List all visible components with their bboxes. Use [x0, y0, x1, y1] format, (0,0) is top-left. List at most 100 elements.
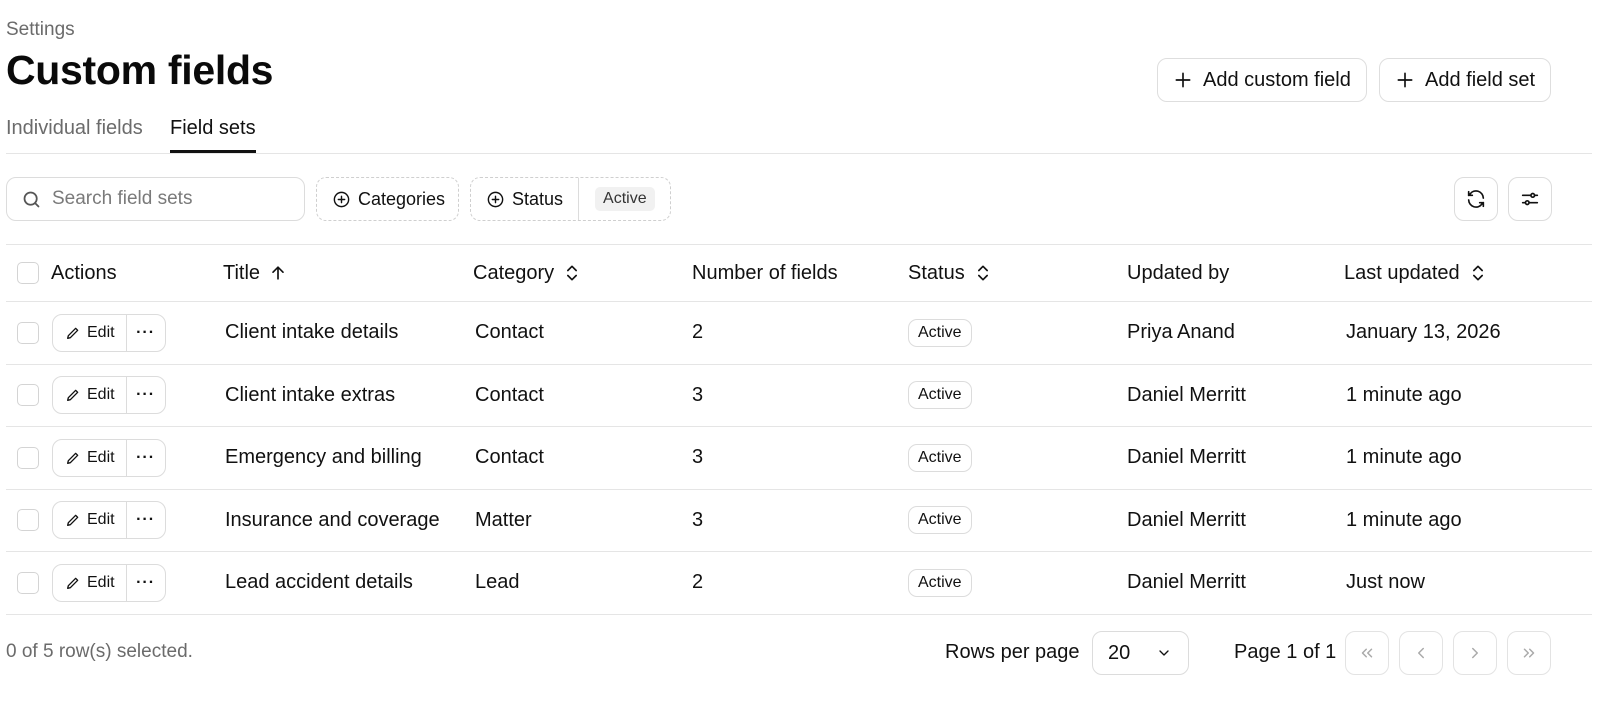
- row-title[interactable]: Client intake extras: [225, 365, 395, 427]
- plus-icon: [1397, 72, 1413, 88]
- row-actions: Edit ···: [52, 563, 166, 602]
- pencil-icon: [67, 327, 79, 339]
- edit-button[interactable]: Edit: [53, 502, 127, 539]
- search-input[interactable]: [52, 188, 272, 210]
- refresh-icon: [1467, 190, 1485, 208]
- column-header-updated-by: Updated by: [1127, 261, 1230, 284]
- table-row: Edit ··· Insurance and coverage Matter 3…: [6, 490, 1592, 552]
- row-checkbox[interactable]: [17, 384, 39, 407]
- column-header-number-of-fields: Number of fields: [692, 261, 838, 284]
- row-title[interactable]: Client intake details: [225, 302, 398, 364]
- row-status: Active: [908, 427, 972, 489]
- edit-button[interactable]: Edit: [53, 439, 127, 476]
- table-row: Edit ··· Lead accident details Lead 2 Ac…: [6, 552, 1592, 615]
- tab-field-sets[interactable]: Field sets: [170, 117, 256, 153]
- pencil-icon: [67, 389, 79, 402]
- row-title[interactable]: Insurance and coverage: [225, 490, 440, 552]
- sliders-icon: [1521, 192, 1539, 206]
- page-indicator: Page 1 of 1: [1234, 641, 1337, 663]
- row-checkbox[interactable]: [17, 571, 39, 594]
- column-header-title[interactable]: Title: [223, 245, 288, 301]
- tab-individual-fields[interactable]: Individual fields: [6, 117, 143, 150]
- row-number-of-fields: 3: [692, 446, 704, 469]
- chevrons-left-icon: [1361, 648, 1373, 658]
- add-field-set-label: Add field set: [1425, 68, 1536, 91]
- chevrons-up-down-icon: [567, 265, 578, 281]
- row-checkbox[interactable]: [17, 446, 39, 469]
- refresh-button[interactable]: [1454, 177, 1498, 221]
- column-header-category[interactable]: Category: [473, 245, 582, 301]
- first-page-button[interactable]: [1345, 631, 1389, 675]
- search-icon: [23, 191, 40, 207]
- page-title: Custom fields: [6, 47, 274, 93]
- row-last-updated: January 13, 2026: [1346, 321, 1501, 344]
- previous-page-button[interactable]: [1399, 631, 1443, 675]
- more-actions-button[interactable]: ···: [127, 440, 165, 476]
- row-updated-by: Daniel Merritt: [1127, 508, 1246, 531]
- more-actions-button[interactable]: ···: [127, 377, 165, 413]
- row-last-updated: 1 minute ago: [1346, 446, 1462, 469]
- row-title[interactable]: Lead accident details: [225, 552, 413, 614]
- edit-button-label: Edit: [87, 511, 115, 529]
- rows-per-page-select[interactable]: 20: [1092, 631, 1189, 675]
- chevron-down-icon: [1159, 650, 1169, 656]
- arrow-up-icon: [272, 266, 284, 280]
- row-number-of-fields: 3: [692, 383, 704, 406]
- circle-plus-icon: [487, 191, 504, 207]
- more-actions-button[interactable]: ···: [127, 315, 165, 351]
- view-settings-button[interactable]: [1508, 177, 1552, 221]
- edit-button[interactable]: Edit: [53, 377, 127, 414]
- pencil-icon: [67, 452, 79, 464]
- row-checkbox[interactable]: [17, 321, 39, 344]
- rows-per-page-value: 20: [1108, 641, 1131, 664]
- row-actions: Edit ···: [52, 376, 166, 415]
- more-actions-button[interactable]: ···: [127, 502, 165, 538]
- chevrons-up-down-icon: [977, 265, 988, 281]
- row-last-updated: 1 minute ago: [1346, 383, 1462, 406]
- row-status: Active: [908, 490, 972, 552]
- table-row: Edit ··· Emergency and billing Contact 3…: [6, 427, 1592, 490]
- row-number-of-fields: 2: [692, 321, 704, 344]
- column-header-category-label: Category: [473, 261, 555, 284]
- row-updated-by: Daniel Merritt: [1127, 446, 1246, 469]
- row-status: Active: [908, 302, 972, 364]
- row-updated-by: Daniel Merritt: [1127, 383, 1246, 406]
- status-filter-label: Status: [512, 188, 564, 209]
- row-category: Contact: [475, 383, 544, 406]
- more-actions-button[interactable]: ···: [127, 565, 165, 601]
- column-header-last-updated-label: Last updated: [1344, 261, 1460, 284]
- add-field-set-button[interactable]: Add field set: [1379, 58, 1552, 102]
- status-filter-chip: Active: [595, 187, 655, 211]
- search-box[interactable]: [6, 177, 305, 221]
- categories-filter-button[interactable]: Categories: [316, 177, 459, 221]
- row-status: Active: [908, 552, 972, 614]
- add-custom-field-label: Add custom field: [1203, 68, 1351, 91]
- row-title[interactable]: Emergency and billing: [225, 427, 422, 489]
- circle-plus-icon: [333, 191, 350, 207]
- edit-button[interactable]: Edit: [53, 314, 127, 351]
- column-header-status[interactable]: Status: [908, 245, 993, 301]
- row-checkbox[interactable]: [17, 509, 39, 532]
- select-all-checkbox[interactable]: [17, 262, 39, 284]
- row-status: Active: [908, 365, 972, 427]
- next-page-button[interactable]: [1453, 631, 1497, 675]
- add-custom-field-button[interactable]: Add custom field: [1157, 58, 1367, 102]
- column-header-title-label: Title: [223, 261, 261, 284]
- edit-button-label: Edit: [87, 448, 115, 466]
- edit-button-label: Edit: [87, 386, 115, 404]
- row-number-of-fields: 3: [692, 508, 704, 531]
- chevrons-right-icon: [1523, 648, 1535, 658]
- status-filter-button[interactable]: Status Active: [470, 177, 671, 221]
- row-last-updated: 1 minute ago: [1346, 508, 1462, 531]
- edit-button-label: Edit: [87, 573, 115, 591]
- edit-button[interactable]: Edit: [53, 564, 127, 601]
- column-header-actions: Actions: [51, 261, 117, 284]
- breadcrumb[interactable]: Settings: [6, 19, 75, 41]
- status-badge: Active: [908, 381, 972, 410]
- last-page-button[interactable]: [1507, 631, 1551, 675]
- row-category: Lead: [475, 571, 520, 594]
- table-row: Edit ··· Client intake details Contact 2…: [6, 302, 1592, 365]
- column-header-last-updated[interactable]: Last updated: [1344, 245, 1488, 301]
- filter-divider: [578, 178, 580, 220]
- plus-icon: [1175, 72, 1191, 88]
